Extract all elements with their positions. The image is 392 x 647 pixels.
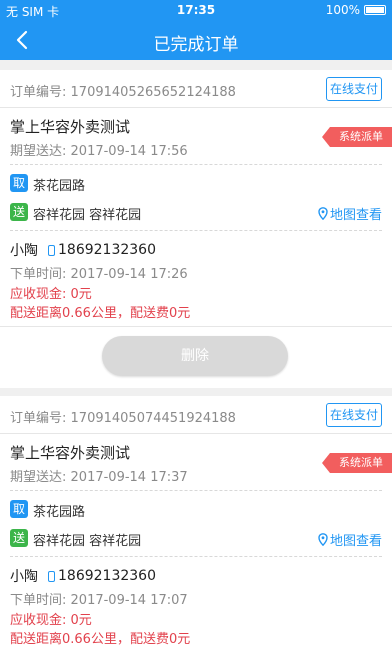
send-address: 容祥花园 容祥花园 [33,208,142,223]
divider [0,433,392,434]
nav-bar: 已完成订单 [0,20,392,60]
cash-value: 0元 [70,287,92,302]
expected-label: 期望送达: [10,470,67,485]
order-time: 下单时间: 2017-09-14 17:07 [10,589,188,608]
order-time-label: 下单时间: [10,593,67,608]
pickup-address: 茶花园路 [33,505,86,520]
send-address: 容祥花园 容祥花园 [33,534,142,549]
dashed-divider [10,556,382,557]
payment-tag: 在线支付 [326,403,382,427]
order-time-value: 2017-09-14 17:07 [70,593,188,608]
pickup-tag: 取 [10,174,28,192]
pickup-tag: 取 [10,500,28,518]
shop-name: 掌上华容外卖测试 [10,444,131,462]
page-title: 已完成订单 [153,35,239,55]
customer-phone[interactable]: 18692132360 [58,242,156,258]
cash-value: 0元 [70,613,92,628]
pickup-address: 茶花园路 [33,179,86,194]
location-pin-icon [318,533,328,546]
cash-due: 应收现金: 0元 [10,283,92,302]
status-bar: 无 SIM 卡 17:35 100% [0,0,392,20]
delete-button[interactable]: 删除 [102,336,288,376]
dashed-divider [10,230,382,231]
order-number-value: 17091405265652124188 [70,85,236,100]
order-card: 订单编号: 17091405074451924188 在线支付 掌上华容外卖测试… [0,396,392,647]
map-link[interactable]: 地图查看 [318,530,382,549]
shop-name: 掌上华容外卖测试 [10,118,131,136]
divider [0,107,392,108]
order-time: 下单时间: 2017-09-14 17:26 [10,263,188,282]
dashed-divider [10,164,382,165]
map-link[interactable]: 地图查看 [318,204,382,223]
expected-label: 期望送达: [10,144,67,159]
order-number-label: 订单编号: [10,411,67,426]
cash-due: 应收现金: 0元 [10,609,92,628]
expected-time: 2017-09-14 17:56 [70,144,188,159]
order-time-label: 下单时间: [10,267,67,282]
expected-time: 2017-09-14 17:37 [70,470,188,485]
customer-name: 小陶 [10,569,38,585]
cash-label: 应收现金: [10,287,67,302]
delivery-distance: 配送距离0.66公里，配送费0元 [10,632,191,647]
customer-info: 小陶 18692132360 [10,566,156,586]
customer-phone[interactable]: 18692132360 [58,568,156,584]
map-link-label: 地图查看 [329,534,382,549]
order-number-value: 17091405074451924188 [70,411,236,426]
send-tag: 送 [10,529,28,547]
order-number: 订单编号: 17091405074451924188 [10,407,236,426]
customer-name: 小陶 [10,243,38,259]
battery-percent: 100% [325,3,360,17]
payment-tag: 在线支付 [326,77,382,101]
map-link-label: 地图查看 [329,208,382,223]
order-time-value: 2017-09-14 17:26 [70,267,188,282]
customer-info: 小陶 18692132360 [10,240,156,260]
dashed-divider [10,490,382,491]
send-tag: 送 [10,203,28,221]
order-number-label: 订单编号: [10,85,67,100]
order-number: 订单编号: 17091405265652124188 [10,81,236,100]
expected-delivery: 期望送达: 2017-09-14 17:56 [10,140,188,159]
divider [0,326,392,327]
phone-icon [48,570,55,582]
location-pin-icon [318,207,328,220]
battery-icon [364,5,386,15]
dispatch-badge: 系统派单 [322,453,392,473]
phone-icon [48,244,55,256]
expected-delivery: 期望送达: 2017-09-14 17:37 [10,466,188,485]
cash-label: 应收现金: [10,613,67,628]
dispatch-badge: 系统派单 [322,127,392,147]
delivery-distance: 配送距离0.66公里，配送费0元 [10,306,191,321]
status-right: 100% [326,3,386,17]
order-card: 订单编号: 17091405265652124188 在线支付 掌上华容外卖测试… [0,70,392,388]
